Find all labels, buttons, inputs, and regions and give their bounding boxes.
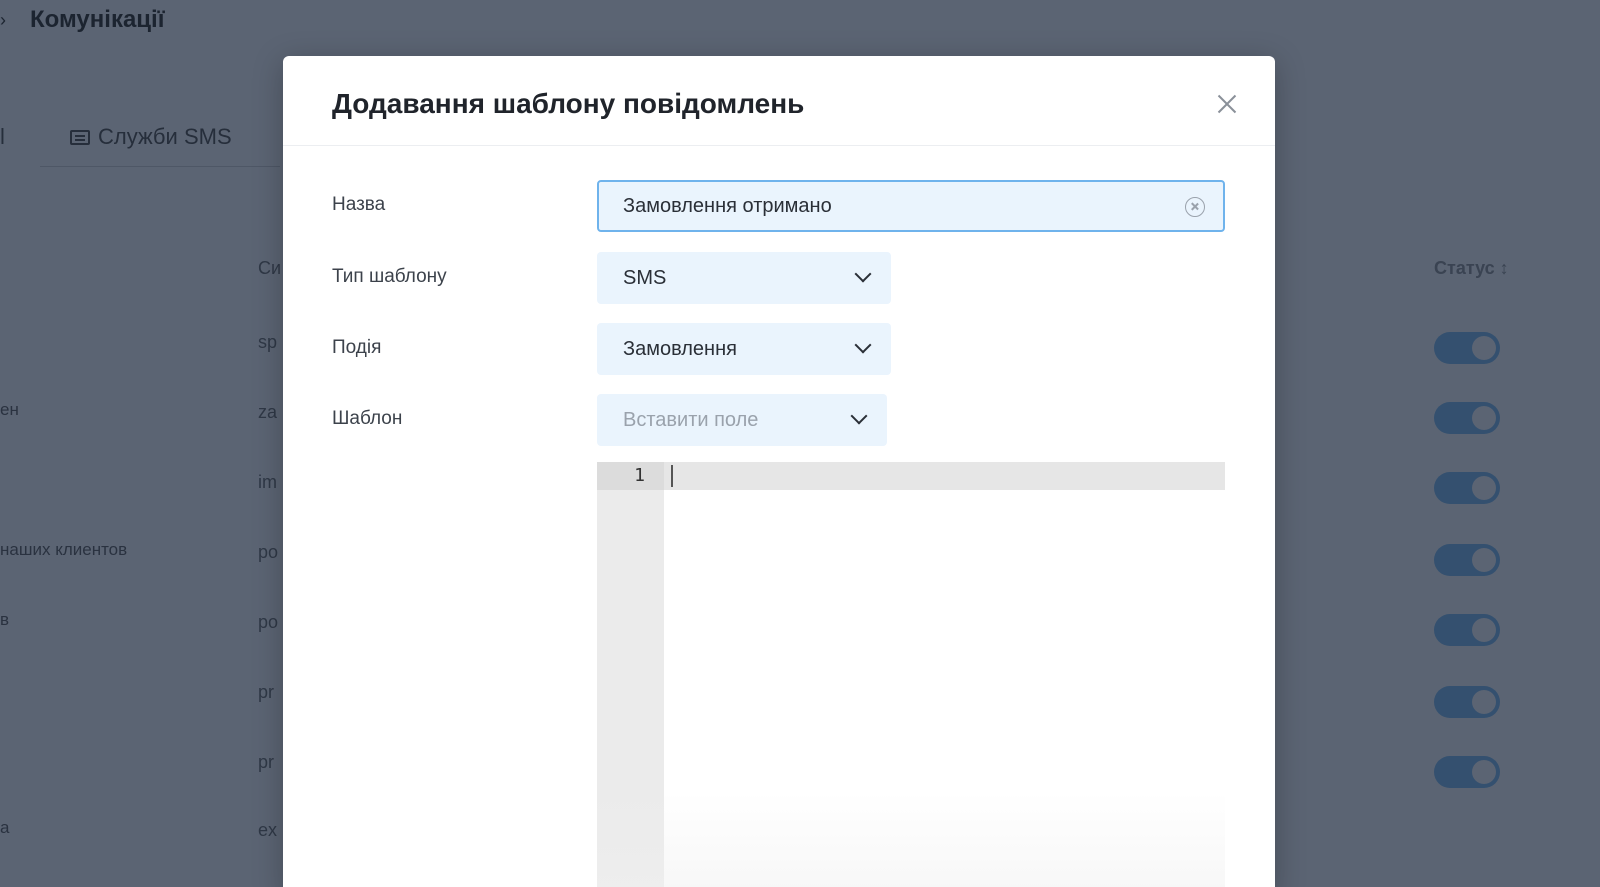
text-cursor [671, 465, 673, 487]
chevron-down-icon [850, 407, 868, 425]
tab-sms-label: Служби SMS [98, 124, 232, 149]
line-number: 1 [634, 465, 645, 486]
status-toggle [1434, 472, 1500, 504]
status-toggle [1434, 332, 1500, 364]
row-text-fragment: ен [0, 400, 19, 419]
event-label: Подія [332, 337, 382, 358]
tab-divider [40, 166, 280, 167]
tab-sms-services: Служби SMS [70, 124, 232, 150]
template-code-editor[interactable]: 1 [597, 462, 1225, 887]
row-code-fragment: pr [258, 752, 275, 772]
close-icon[interactable] [1215, 92, 1239, 116]
template-type-value: SMS [623, 266, 667, 289]
row-text-fragment: а [0, 818, 10, 837]
editor-active-line [597, 462, 1225, 490]
tab-fragment: l [0, 124, 5, 149]
status-toggle [1434, 686, 1500, 718]
name-field[interactable] [597, 180, 1225, 232]
status-toggle [1434, 544, 1500, 576]
modal-title: Додавання шаблону повідомлень [332, 88, 805, 119]
add-template-modal: Додавання шаблону повідомлень Назва Тип … [283, 56, 1275, 887]
template-type-select[interactable]: SMS [597, 252, 891, 304]
event-value: Замовлення [623, 337, 737, 360]
name-label: Назва [332, 194, 386, 215]
row-code-fragment: za [258, 402, 278, 422]
template-type-label: Тип шаблону [332, 266, 447, 287]
event-select[interactable]: Замовлення [597, 323, 891, 375]
editor-fade [597, 792, 1225, 887]
row-code-fragment: sp [258, 332, 278, 352]
status-toggle [1434, 614, 1500, 646]
status-toggle [1434, 756, 1500, 788]
page-title: Комунікації [30, 6, 165, 33]
template-label: Шаблон [332, 408, 403, 429]
row-code-fragment: im [258, 472, 277, 492]
status-column-header: Статус ↕ [1434, 258, 1509, 278]
status-toggle [1434, 402, 1500, 434]
editor-gutter [597, 462, 664, 887]
row-code-fragment: po [258, 542, 279, 562]
clear-icon[interactable] [1185, 197, 1205, 217]
row-code-fragment: ex [258, 820, 278, 840]
insert-field-placeholder: Вставити поле [623, 408, 759, 431]
insert-field-select[interactable]: Вставити поле [597, 394, 887, 446]
back-arrow-icon: › [0, 10, 6, 30]
row-text-fragment: наших клиентов [0, 540, 128, 559]
name-input[interactable] [599, 182, 1223, 230]
row-code-fragment: pr [258, 682, 275, 702]
row-code-fragment: po [258, 612, 279, 632]
modal-header: Додавання шаблону повідомлень [283, 56, 1275, 146]
chevron-down-icon [854, 336, 872, 354]
sms-icon [70, 129, 90, 145]
row-text-fragment: в [0, 610, 10, 629]
column-header-fragment: Си [258, 258, 282, 278]
chevron-down-icon [854, 265, 872, 283]
